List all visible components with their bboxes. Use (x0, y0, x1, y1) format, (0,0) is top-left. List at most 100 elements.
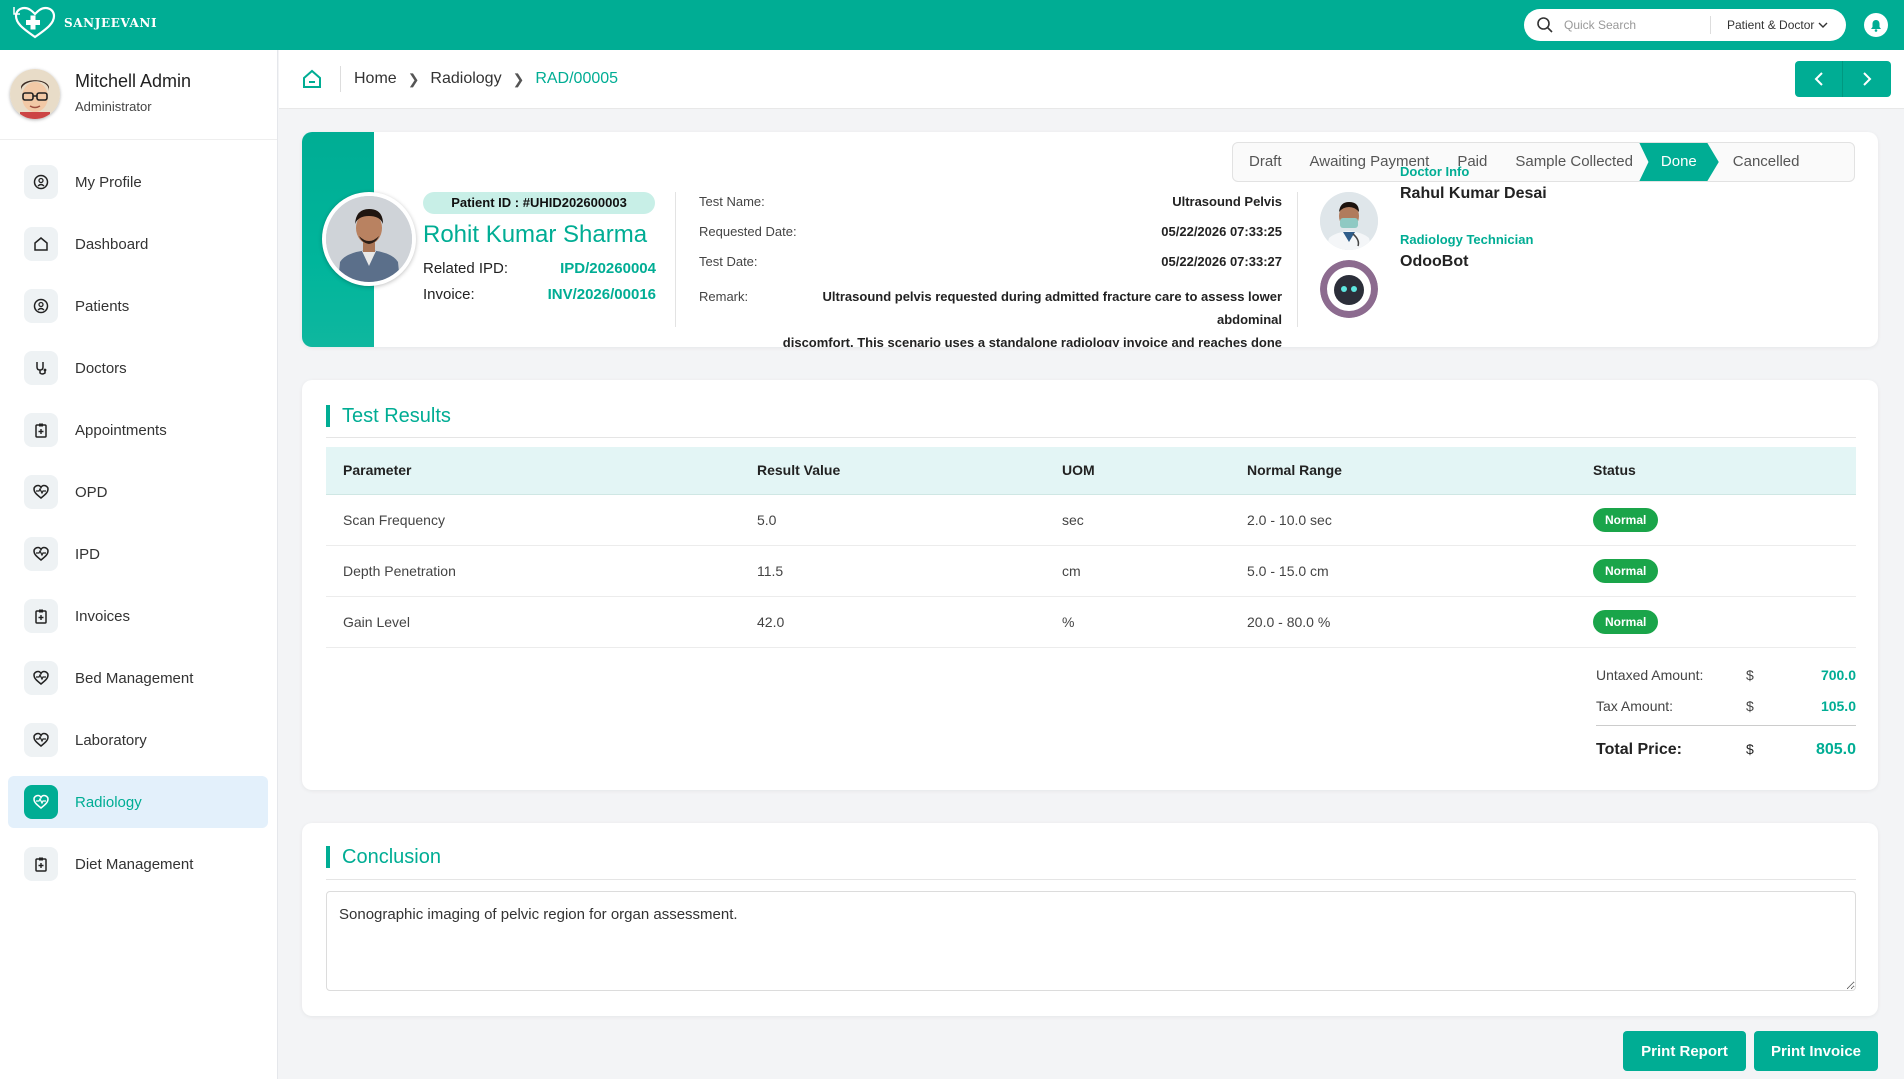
record-pager (1795, 61, 1891, 97)
technician-name[interactable]: OdooBot (1400, 253, 1468, 271)
breadcrumb-home[interactable]: Home (354, 70, 397, 88)
print-report-button[interactable]: Print Report (1623, 1031, 1746, 1071)
search-divider (1710, 16, 1711, 34)
total-price-row: Total Price: $ 805.0 (1596, 741, 1856, 759)
search-filter-dropdown[interactable]: Patient & Doctor (1727, 18, 1828, 32)
test-name-row: Test Name: Ultrasound Pelvis (699, 194, 1282, 209)
top-bar: Sanjeevani Patient & Doctor (0, 0, 1904, 50)
home-icon (24, 227, 58, 261)
cell-parameter: Scan Frequency (326, 494, 740, 546)
heart-cross-logo-icon (13, 6, 56, 39)
remark-line-2: discomfort. This scenario uses a standal… (782, 335, 1282, 347)
patient-card: Patient ID : #UHID202600003 Rohit Kumar … (302, 132, 1878, 347)
doctor-name[interactable]: Rahul Kumar Desai (1400, 185, 1547, 203)
tax-amount: 105.0 (1820, 698, 1856, 714)
divider (340, 66, 341, 92)
sidebar-item-invoices[interactable]: Invoices (8, 590, 268, 642)
cell-status: Normal (1576, 596, 1856, 648)
sidebar-item-appointments[interactable]: Appointments (8, 404, 268, 456)
sidebar-item-doctors[interactable]: Doctors (8, 342, 268, 394)
sidebar-item-ipd[interactable]: IPD (8, 528, 268, 580)
breadcrumb-radiology[interactable]: Radiology (430, 70, 501, 88)
cell-status: Normal (1576, 545, 1856, 597)
divider (1596, 725, 1856, 726)
doctor-info-label: Doctor Info (1400, 164, 1470, 179)
cell-status: Normal (1576, 494, 1856, 546)
sidebar-item-opd[interactable]: OPD (8, 466, 268, 518)
cell-parameter: Gain Level (326, 596, 740, 648)
breadcrumb-bar: Home ❯ Radiology ❯ RAD/00005 (279, 50, 1904, 109)
divider (326, 437, 1856, 438)
remark-label: Remark: (699, 289, 749, 304)
doctor-photo (1320, 192, 1378, 250)
divider (1297, 192, 1298, 327)
technician-avatar (1320, 260, 1378, 318)
status-cancelled[interactable]: Cancelled (1719, 143, 1814, 181)
cell-uom: % (1045, 596, 1230, 648)
sidebar: Mitchell Admin Administrator My Profile … (0, 50, 278, 1079)
test-name: Ultrasound Pelvis (1172, 194, 1282, 209)
sidebar-item-label: Diet Management (75, 855, 194, 873)
tax-label: Tax Amount: (1596, 698, 1674, 714)
related-ipd-link[interactable]: IPD/20260004 (560, 260, 656, 277)
test-date: 05/22/2026 07:33:27 (1161, 254, 1282, 269)
invoice-row: Invoice: INV/2026/00016 (423, 286, 656, 303)
clipboard-icon (24, 847, 58, 881)
remark-line-1: Ultrasound pelvis requested during admit… (822, 289, 1282, 327)
sidebar-item-label: Invoices (75, 607, 131, 625)
patient-id-label: Patient ID : (451, 195, 520, 210)
conclusion-textarea[interactable]: Sonographic imaging of pelvic region for… (326, 891, 1856, 991)
status-sample-collected[interactable]: Sample Collected (1501, 143, 1647, 181)
table-row: Scan Frequency 5.0 sec 2.0 - 10.0 sec No… (326, 494, 1856, 546)
sidebar-item-label: Dashboard (75, 235, 149, 253)
cell-normal-range: 20.0 - 80.0 % (1230, 596, 1576, 648)
sidebar-item-diet-management[interactable]: Diet Management (8, 838, 268, 890)
sidebar-item-dashboard[interactable]: Dashboard (8, 218, 268, 270)
sidebar-item-label: Bed Management (75, 669, 194, 687)
untaxed-label: Untaxed Amount: (1596, 667, 1704, 683)
sidebar-item-my-profile[interactable]: My Profile (8, 156, 268, 208)
section-title: Test Results (326, 405, 451, 427)
sidebar-item-label: OPD (75, 483, 108, 501)
table-header-row: Parameter Result Value UOM Normal Range … (326, 447, 1856, 495)
notification-button[interactable] (1864, 13, 1888, 37)
chevron-down-icon (1818, 22, 1828, 28)
next-record-button[interactable] (1843, 61, 1891, 97)
sidebar-item-patients[interactable]: Patients (8, 280, 268, 332)
patient-photo (322, 192, 416, 286)
sidebar-item-label: Patients (75, 297, 130, 315)
user-role: Administrator (75, 99, 152, 114)
user-circle-icon (24, 165, 58, 199)
clipboard-icon (24, 413, 58, 447)
status-badge: Normal (1593, 558, 1659, 583)
requested-date-row: Requested Date: 05/22/2026 07:33:25 (699, 224, 1282, 239)
heart-pulse-icon (24, 475, 58, 509)
sidebar-item-radiology[interactable]: Radiology (8, 776, 268, 828)
section-title: Conclusion (326, 846, 441, 868)
search-input[interactable] (1564, 18, 1704, 32)
remark: Remark: Ultrasound pelvis requested duri… (699, 285, 1282, 347)
user-card[interactable]: Mitchell Admin Administrator (0, 50, 277, 140)
status-done[interactable]: Done (1638, 143, 1719, 181)
brand-logo[interactable]: Sanjeevani (12, 6, 157, 40)
sidebar-item-label: Radiology (75, 793, 142, 811)
breadcrumb-current: RAD/00005 (535, 70, 619, 87)
untaxed-amount: 700.0 (1820, 667, 1856, 683)
test-name-label: Test Name: (699, 194, 765, 209)
previous-record-button[interactable] (1795, 61, 1843, 97)
cell-normal-range: 5.0 - 15.0 cm (1230, 545, 1576, 597)
column-header: UOM (1045, 447, 1230, 495)
home-icon[interactable] (301, 68, 323, 90)
results-table: Parameter Result Value UOM Normal Range … (326, 447, 1856, 648)
sidebar-item-bed-management[interactable]: Bed Management (8, 652, 268, 704)
invoice-link[interactable]: INV/2026/00016 (548, 286, 656, 303)
status-draft[interactable]: Draft (1233, 143, 1296, 181)
sidebar-item-label: Laboratory (75, 731, 147, 749)
print-invoice-button[interactable]: Print Invoice (1754, 1031, 1878, 1071)
conclusion-card: Conclusion Sonographic imaging of pelvic… (302, 823, 1878, 1016)
search-filter-label: Patient & Doctor (1727, 18, 1815, 32)
patient-id-badge: Patient ID : #UHID202600003 (423, 192, 655, 214)
currency-symbol: $ (1746, 698, 1754, 714)
clipboard-icon (24, 599, 58, 633)
sidebar-item-laboratory[interactable]: Laboratory (8, 714, 268, 766)
